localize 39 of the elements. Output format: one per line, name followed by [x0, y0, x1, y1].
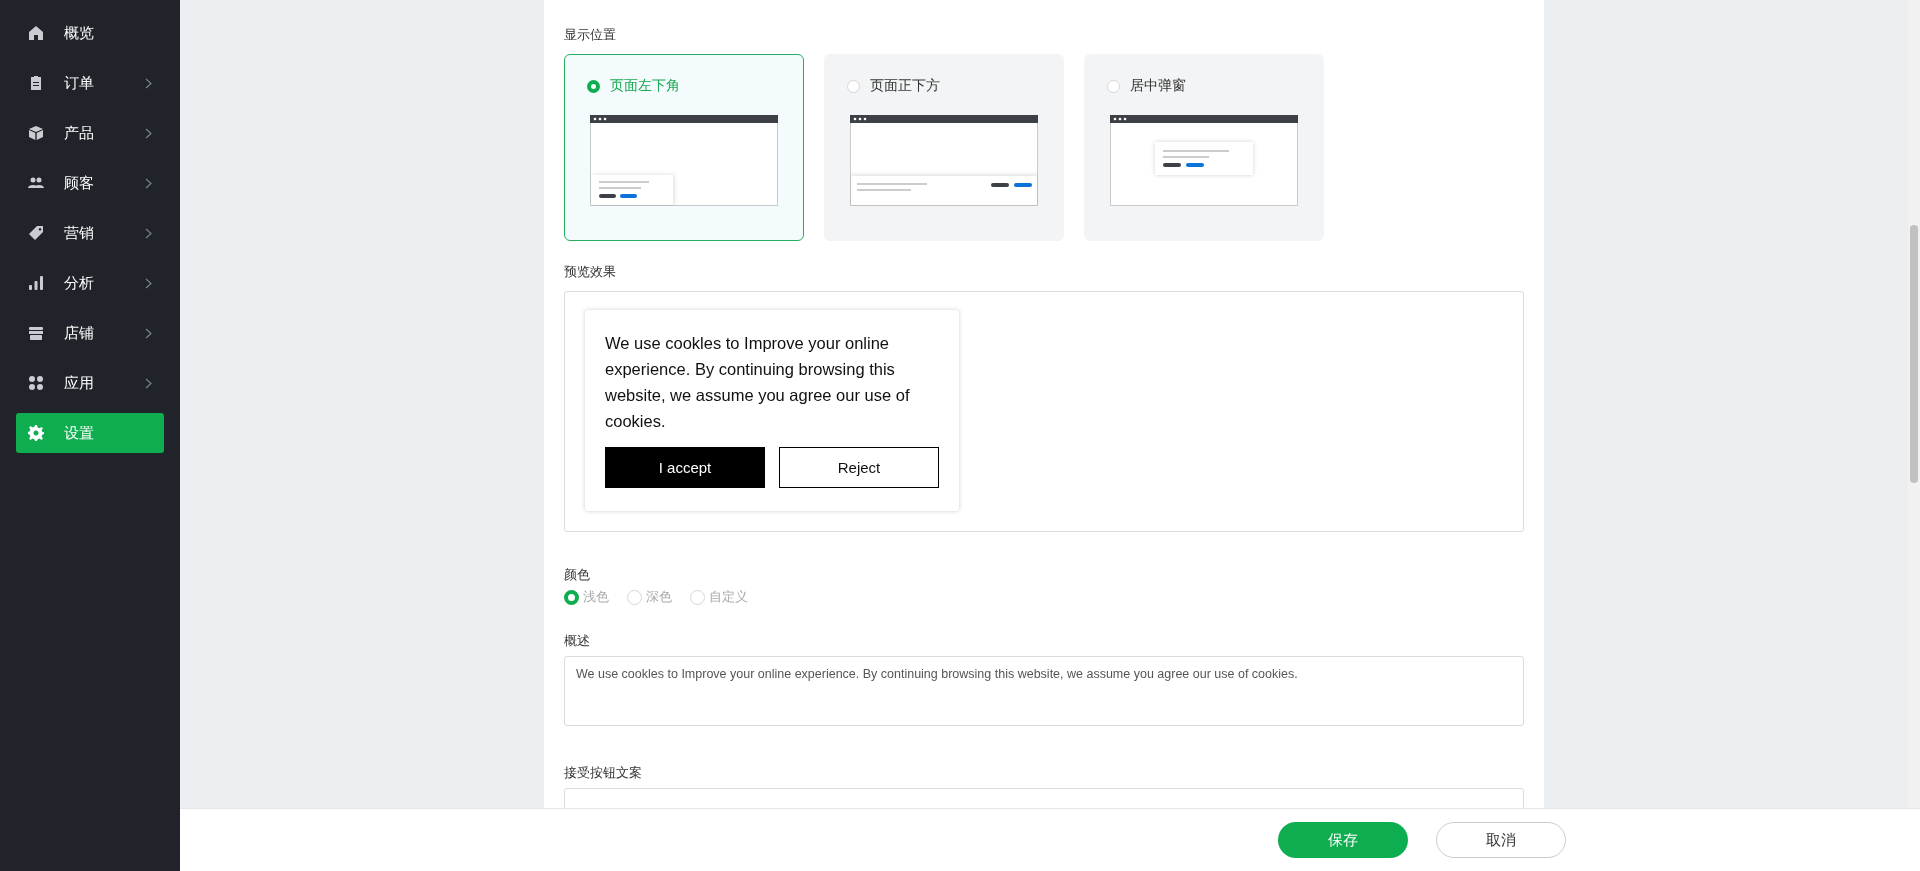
- radio-button[interactable]: [690, 589, 705, 605]
- storefront-icon: [28, 325, 44, 341]
- sidebar-item[interactable]: 营销: [16, 213, 164, 253]
- option-label: 页面正下方: [870, 77, 940, 95]
- people-icon: [28, 175, 44, 191]
- radio-button[interactable]: [587, 79, 600, 93]
- home-icon: [28, 25, 44, 41]
- field-label: 接受按钮文案: [564, 764, 643, 782]
- cookie-message: We use cookles to Improve your online experience. By continuing browsing this website, we assume you agree our use of cookies.: [605, 333, 911, 432]
- sidebar-item[interactable]: 店铺: [16, 313, 164, 353]
- bar-chart-icon: [28, 275, 44, 291]
- clipboard-icon: [28, 75, 44, 91]
- radio-button[interactable]: [564, 589, 579, 605]
- scrollbar[interactable]: [1908, 0, 1920, 808]
- sidebar-item[interactable]: 概览: [16, 13, 164, 53]
- option-label: 页面左下角: [610, 77, 680, 95]
- section-label: 预览效果: [564, 263, 617, 281]
- gear-icon: [28, 425, 44, 441]
- grid-icon: [28, 375, 44, 391]
- sidebar-item[interactable]: 订单: [16, 63, 164, 103]
- radio-button[interactable]: [627, 589, 642, 605]
- section-label: 显示位置: [564, 26, 617, 44]
- reject-button[interactable]: Reject: [779, 447, 939, 488]
- sidebar-item[interactable]: 顾客: [16, 163, 164, 203]
- sidebar-item[interactable]: 产品: [16, 113, 164, 153]
- tag-icon: [28, 225, 44, 241]
- position-option-card[interactable]: 页面正下方: [824, 54, 1064, 241]
- field-label: 概述: [564, 632, 591, 650]
- sidebar-item[interactable]: 应用: [16, 363, 164, 403]
- description-field[interactable]: We use cookles to Improve your online experience. By continuing browsing this website, we assume you agree our use of cookies.: [564, 656, 1524, 726]
- position-option-card[interactable]: 居中弹窗: [1084, 54, 1324, 241]
- accept-button[interactable]: I accept: [605, 447, 765, 488]
- radio-button[interactable]: [1107, 79, 1120, 93]
- sidebar-item[interactable]: 分析: [16, 263, 164, 303]
- option-label: 居中弹窗: [1130, 77, 1186, 95]
- section-label: 颜色: [564, 566, 591, 584]
- cancel-button[interactable]: 取消: [1436, 822, 1566, 858]
- cube-icon: [28, 125, 44, 141]
- radio-button[interactable]: [847, 79, 860, 93]
